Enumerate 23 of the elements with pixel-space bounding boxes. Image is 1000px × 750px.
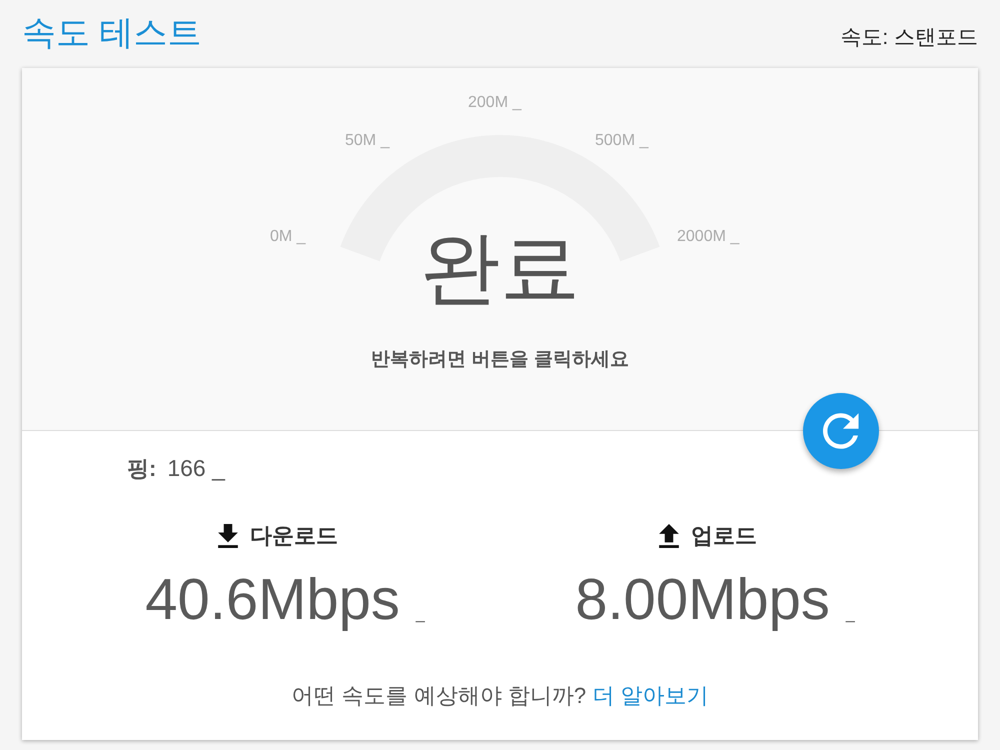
gauge-scale-label: 50M _ (345, 131, 390, 151)
gauge-scale-label: 2000M _ (677, 227, 740, 247)
speed-value: 8.00Mbps (575, 571, 830, 629)
learn-more-link[interactable]: 더 알아보기 (592, 683, 708, 708)
server-label: 속도: 스탠포드 (840, 26, 978, 48)
footer-text: 어떤 속도를 예상해야 합니까? 더 알아보기 (292, 682, 708, 710)
speed-suffix: _ (846, 607, 855, 623)
upload-icon (659, 524, 679, 548)
download-icon (218, 524, 238, 548)
page-title: 속도 테스트 (22, 16, 202, 50)
refresh-button[interactable] (803, 393, 879, 469)
ping-label: 핑: (127, 455, 156, 483)
refresh-icon (823, 413, 859, 449)
gauge-scale-label: 200M _ (468, 93, 522, 113)
speed-suffix: _ (416, 607, 425, 623)
repeat-hint: 반복하려면 버튼을 클릭하세요 (371, 348, 629, 372)
gauge-scale-label: 0M _ (270, 227, 306, 247)
result-label: 다운로드 (250, 522, 338, 550)
speed-value: 40.6Mbps (145, 571, 400, 629)
ping-value: 166 _ (167, 454, 225, 482)
result-label: 업로드 (691, 522, 757, 550)
gauge-scale-label: 500M _ (595, 131, 648, 151)
status-text: 완료 (420, 228, 580, 308)
